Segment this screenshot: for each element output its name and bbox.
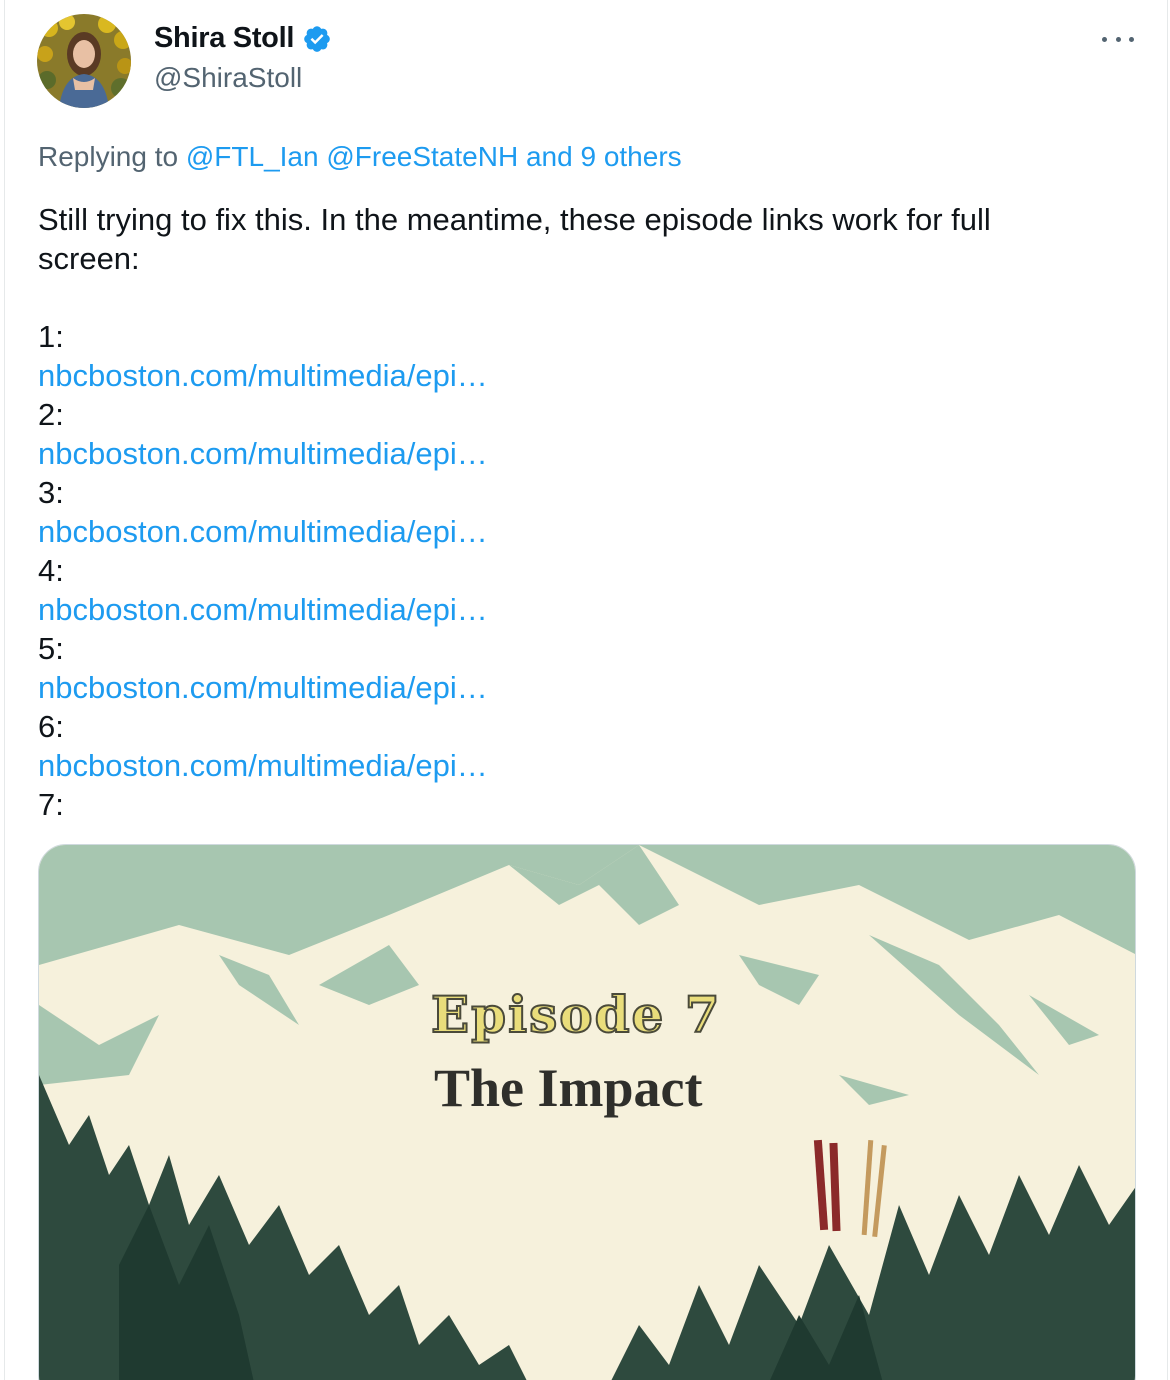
author-handle[interactable]: @ShiraStoll	[154, 62, 302, 94]
episode-label: 5:	[38, 631, 64, 666]
verified-badge-icon	[302, 24, 332, 54]
episode-label: 4:	[38, 553, 64, 588]
episode-link[interactable]: nbcboston.com/multimedia/epi…	[38, 512, 1128, 551]
episode-label: 2:	[38, 397, 64, 432]
episode-label: 3:	[38, 475, 64, 510]
episode-label: 1:	[38, 319, 64, 354]
media-image[interactable]: Episode 7 The Impact	[38, 844, 1136, 1380]
avatar[interactable]	[37, 14, 131, 108]
episode-link[interactable]: nbcboston.com/multimedia/epi…	[38, 356, 1128, 395]
episode-link[interactable]: nbcboston.com/multimedia/epi…	[38, 590, 1128, 629]
author-name-row[interactable]: Shira Stoll	[154, 22, 332, 55]
display-name[interactable]: Shira Stoll	[154, 22, 294, 55]
replying-to-label: Replying to	[38, 141, 179, 172]
tweet-text-line2: screen:	[38, 241, 140, 276]
episode-label-7: 7:	[38, 787, 64, 822]
episode-title: Episode 7	[430, 984, 722, 1045]
mention-freestatenh[interactable]: @FreeStateNH	[326, 141, 518, 172]
mention-ftl-ian[interactable]: @FTL_Ian	[186, 141, 319, 172]
episode-link[interactable]: nbcboston.com/multimedia/epi…	[38, 434, 1128, 473]
episode-label: 6:	[38, 709, 64, 744]
mention-others[interactable]: and 9 others	[526, 141, 682, 172]
episode-link[interactable]: nbcboston.com/multimedia/epi…	[38, 668, 1128, 707]
tweet-text: Still trying to fix this. In the meantim…	[38, 200, 1128, 824]
tweet-text-line1: Still trying to fix this. In the meantim…	[38, 202, 991, 237]
more-options-icon[interactable]	[1098, 24, 1138, 54]
episode-subtitle: The Impact	[434, 1058, 703, 1118]
episode-link[interactable]: nbcboston.com/multimedia/epi…	[38, 746, 1128, 785]
replying-to: Replying to @FTL_Ian @FreeStateNH and 9 …	[38, 141, 682, 173]
